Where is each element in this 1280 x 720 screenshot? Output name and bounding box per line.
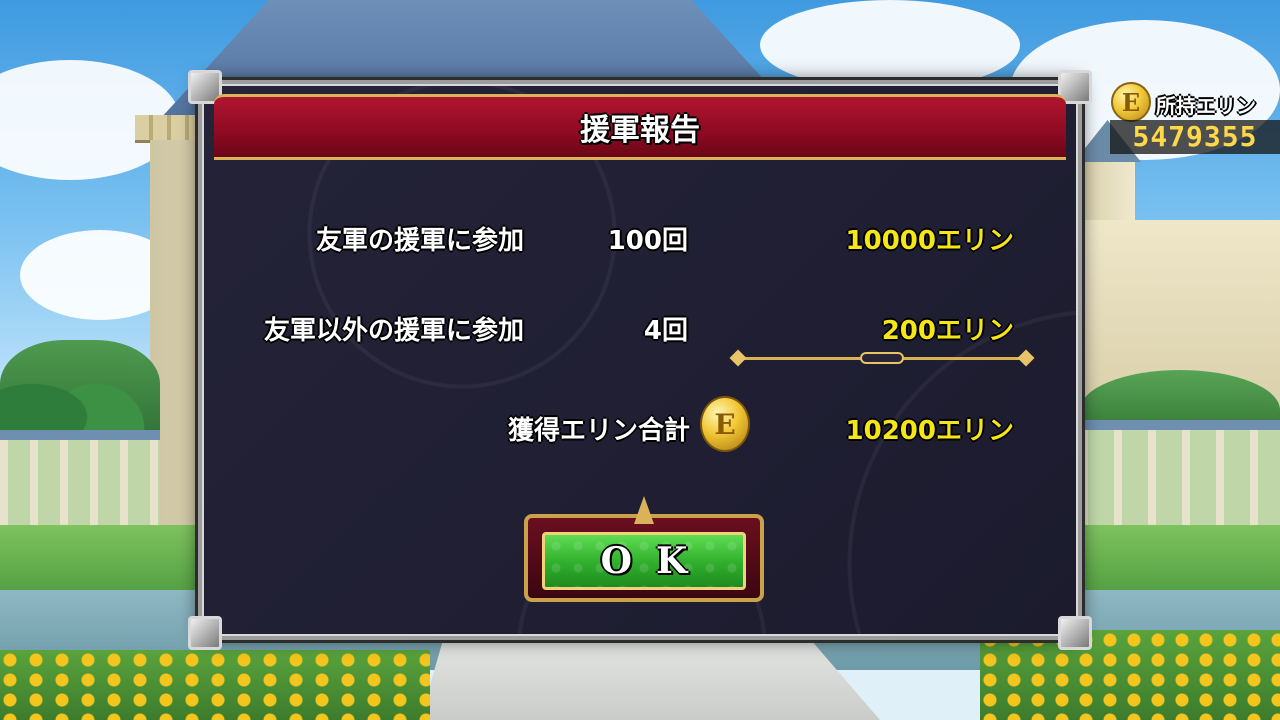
ok-button-label: OK	[600, 540, 712, 582]
e-coin-icon: E	[700, 396, 750, 452]
total-divider	[729, 349, 1035, 367]
row-label: 友軍の援軍に参加	[315, 226, 524, 256]
currency-label: 所持エリン	[1156, 94, 1256, 118]
frame-corner	[1058, 616, 1092, 650]
total-row: 獲得エリン合計 10200エリン	[202, 410, 1086, 454]
total-label: 獲得エリン合計	[507, 416, 690, 446]
row-count: 100回	[607, 226, 688, 256]
e-coin-icon: E	[1111, 82, 1151, 122]
dialog-header: 援軍報告	[214, 94, 1066, 160]
total-amount: 10200エリン	[845, 416, 1014, 446]
ok-button[interactable]: OK	[542, 532, 746, 590]
reward-row: 友軍以外の援軍に参加 4回 200エリン	[202, 310, 1086, 354]
row-amount: 10000エリン	[845, 226, 1014, 256]
reward-row: 友軍の援軍に参加 100回 10000エリン	[202, 220, 1086, 264]
colonnade-right	[1080, 420, 1280, 530]
row-label: 友軍以外の援軍に参加	[263, 316, 524, 346]
divider-ornament	[860, 352, 904, 364]
reinforcement-report-dialog: 援軍報告 友軍の援軍に参加 100回 10000エリン 友軍以外の援軍に参加 4…	[188, 70, 1092, 650]
cloud	[760, 0, 1020, 90]
divider-end	[729, 349, 747, 367]
currency-amount: 5479355	[1110, 120, 1280, 154]
row-amount: 200エリン	[881, 316, 1014, 346]
flowers-left	[0, 650, 430, 720]
frame-corner	[188, 616, 222, 650]
stone-path	[420, 640, 880, 720]
row-count: 4回	[643, 316, 688, 346]
dialog-title: 援軍報告	[580, 113, 700, 148]
colonnade-left	[0, 430, 160, 530]
currency-display: E 所持エリン 5479355	[1110, 80, 1280, 156]
flowers-right	[980, 630, 1280, 720]
divider-end	[1017, 349, 1035, 367]
